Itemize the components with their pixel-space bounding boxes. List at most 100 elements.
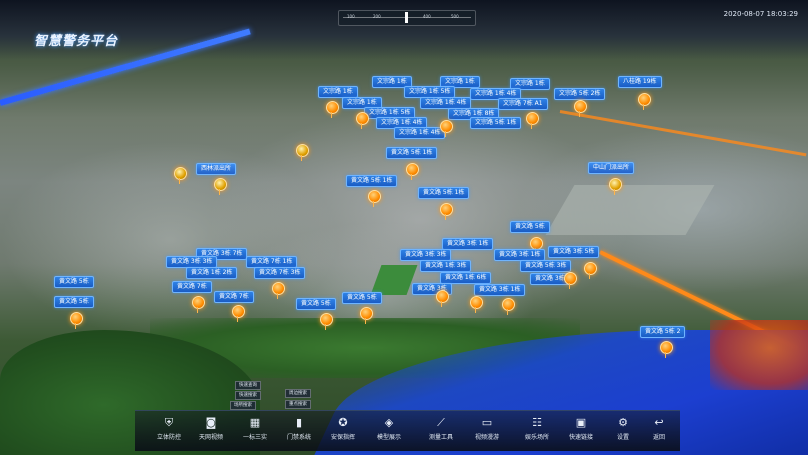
building-label[interactable]: 黄文路 5栋 3栋 <box>520 260 572 272</box>
building-marker-icon[interactable] <box>70 312 83 329</box>
police-station-icon[interactable] <box>609 178 622 195</box>
building-marker-icon[interactable] <box>564 272 577 289</box>
toolbar-button-roam[interactable]: ▭ 视频漫游 <box>465 411 509 451</box>
building-marker-icon[interactable] <box>470 296 483 313</box>
station-label[interactable]: 西林派出所 <box>196 163 237 175</box>
building-marker-icon[interactable] <box>360 307 373 324</box>
building-label[interactable]: 八桂路 19栋 <box>618 76 662 88</box>
building-label[interactable]: 黄文路 5栋 1栋 <box>386 147 438 159</box>
place-search-chip[interactable]: 场所搜索 <box>230 401 256 410</box>
building-label[interactable]: 文宗路 7栋 A1 <box>498 98 548 110</box>
toolbar-label: 一标三实 <box>242 434 267 441</box>
building-label[interactable]: 黄文路 5栋 1栋 <box>418 187 470 199</box>
badge-icon: ✪ <box>338 416 348 429</box>
building-label[interactable]: 黄文路 5栋 <box>54 276 94 288</box>
door-icon: ▮ <box>295 416 303 429</box>
back-icon: ↩ <box>654 416 664 429</box>
people-icon: ☷ <box>532 416 542 429</box>
building-label[interactable]: 黄文路 1栋 2栋 <box>186 267 238 279</box>
toolbar-label: 快速链接 <box>568 434 593 441</box>
toolbar-button-model[interactable]: ◈ 模型展示 <box>367 411 411 451</box>
scale-mark: 100 <box>347 14 355 19</box>
sports-field <box>370 265 418 295</box>
monitor-icon: ▭ <box>481 416 493 429</box>
toolbar-button-video[interactable]: ◙ 天网视频 <box>189 411 233 451</box>
building-marker-icon[interactable] <box>326 101 339 118</box>
building-label[interactable]: 黄文路 7栋 <box>214 291 254 303</box>
building-label[interactable]: 黄文路 5栋 <box>342 292 382 304</box>
toolbar-button-access[interactable]: ▮ 门禁系统 <box>277 411 321 451</box>
toolbar-button-census[interactable]: ▦ 一标三实 <box>233 411 277 451</box>
toolbar-label: 天网视频 <box>198 434 223 441</box>
building-marker-icon[interactable] <box>368 190 381 207</box>
building-label[interactable]: 黄文路 3栋 5栋 <box>548 246 600 258</box>
sky <box>0 0 808 60</box>
toolbar-button-measure[interactable]: ⟋ 测量工具 <box>419 411 463 451</box>
cube-icon: ◈ <box>384 416 394 429</box>
ruler-icon: ⟋ <box>437 416 445 429</box>
building-marker-icon[interactable] <box>440 203 453 220</box>
toolbar-label: 视频漫游 <box>474 434 499 441</box>
building-marker-icon[interactable] <box>272 282 285 299</box>
police-station-icon[interactable] <box>174 167 187 184</box>
shield-icon: ⛨ <box>164 416 174 429</box>
heat-zone <box>710 320 808 390</box>
building-label[interactable]: 黄文路 5栋 1栋 <box>346 175 398 187</box>
toolbar-label: 测量工具 <box>428 434 453 441</box>
building-marker-icon[interactable] <box>526 112 539 129</box>
building-label[interactable]: 黄文路 1栋 3栋 <box>420 260 472 272</box>
toolbar-label: 立体防控 <box>156 434 181 441</box>
toolbar-button-back[interactable]: ↩ 返回 <box>637 411 681 451</box>
bottom-toolbar: ⛨ 立体防控 ◙ 天网视频 ▦ 一标三实 ▮ 门禁系统 ✪ 安保指挥 ◈ 模型展… <box>135 410 680 451</box>
scale-bar[interactable]: 100 200 400 500 <box>338 10 476 26</box>
toolbar-label: 门禁系统 <box>286 434 311 441</box>
toolbar-button-links[interactable]: ▣ 快速链接 <box>559 411 603 451</box>
building-label[interactable]: 黄文路 5栋 2 <box>640 326 686 338</box>
key-search-chip[interactable]: 重点搜索 <box>285 400 311 409</box>
quick-query-chip[interactable]: 快速查询 <box>235 381 261 390</box>
camera-icon: ◙ <box>205 416 217 429</box>
building-icon: ▦ <box>249 416 261 429</box>
building-marker-icon[interactable] <box>406 163 419 180</box>
police-station-icon[interactable] <box>214 178 227 195</box>
gear-icon: ⚙ <box>618 416 628 429</box>
toolbar-label: 模型展示 <box>376 434 401 441</box>
building-label[interactable]: 黄文路 5栋 <box>510 221 550 233</box>
building-marker-icon[interactable] <box>660 341 673 358</box>
building-marker-icon[interactable] <box>232 305 245 322</box>
building-marker-icon[interactable] <box>320 313 333 330</box>
building-marker-icon[interactable] <box>574 100 587 117</box>
app-title: 智慧警务平台 <box>34 34 119 49</box>
scale-mark: 400 <box>423 14 431 19</box>
scale-mark: 200 <box>373 14 381 19</box>
building-label[interactable]: 黄文路 7栋 <box>172 281 212 293</box>
building-label[interactable]: 黄文路 7栋 3栋 <box>254 267 306 279</box>
quick-search-chip[interactable]: 快速搜索 <box>235 391 261 400</box>
building-marker-icon[interactable] <box>192 296 205 313</box>
building-label[interactable]: 黄文路 5栋 <box>296 298 336 310</box>
building-label[interactable]: 文宗路 5栋 1栋 <box>470 117 522 129</box>
building-label[interactable]: 黄文路 3栋 1栋 <box>474 284 526 296</box>
scale-mark: 500 <box>451 14 459 19</box>
toolbar-label: 安保指挥 <box>330 434 355 441</box>
toolbar-button-defense[interactable]: ⛨ 立体防控 <box>147 411 191 451</box>
plaza <box>545 185 715 235</box>
building-label[interactable]: 黄文路 5栋 <box>54 296 94 308</box>
building-label[interactable]: 文宗路 1栋 4栋 <box>394 127 446 139</box>
camera-marker-icon[interactable] <box>296 144 309 161</box>
nearby-search-chip[interactable]: 周边搜索 <box>285 389 311 398</box>
station-label[interactable]: 中山门派出所 <box>588 162 635 174</box>
building-marker-icon[interactable] <box>638 93 651 110</box>
toolbar-button-command[interactable]: ✪ 安保指挥 <box>321 411 365 451</box>
toolbar-label: 返回 <box>652 434 665 441</box>
city-3d-map[interactable] <box>0 0 808 455</box>
scale-knob[interactable] <box>405 12 408 23</box>
building-marker-icon[interactable] <box>502 298 515 315</box>
building-marker-icon[interactable] <box>584 262 597 279</box>
building-label[interactable]: 文宗路 5栋 2栋 <box>554 88 606 100</box>
building-marker-icon[interactable] <box>436 290 449 307</box>
datetime: 2020-08-07 18:03:29 <box>723 10 798 18</box>
building-marker-icon[interactable] <box>440 120 453 137</box>
building-marker-icon[interactable] <box>356 112 369 129</box>
toolbar-button-venues[interactable]: ☷ 娱乐场所 <box>515 411 559 451</box>
